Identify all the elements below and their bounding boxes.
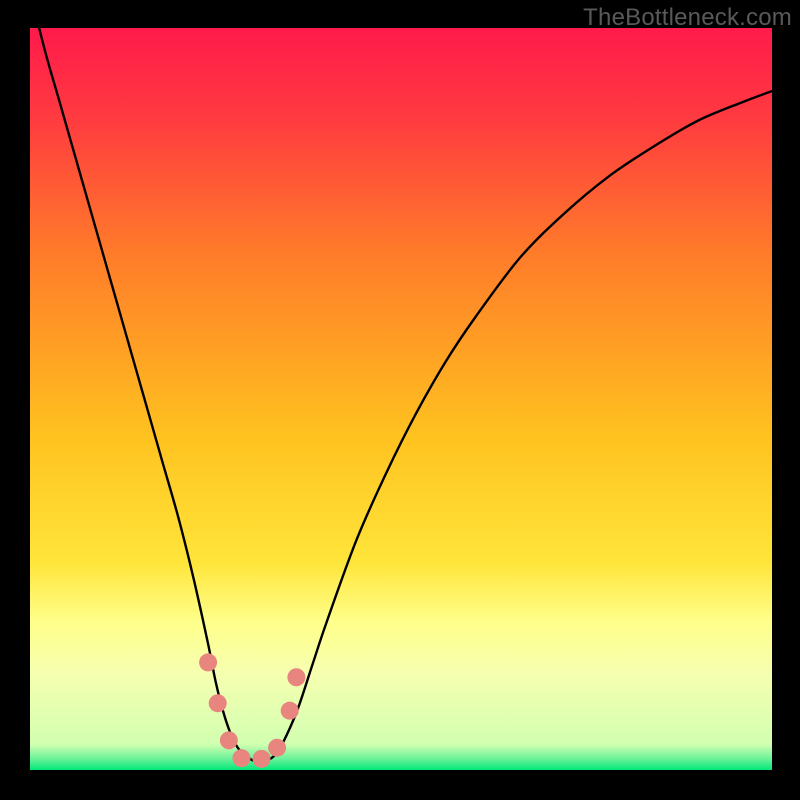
curve-marker	[287, 668, 305, 686]
curve-marker	[199, 653, 217, 671]
gradient-background	[30, 28, 772, 770]
curve-marker	[268, 739, 286, 757]
curve-marker	[253, 750, 271, 768]
curve-marker	[209, 694, 227, 712]
curve-marker	[281, 702, 299, 720]
chart-frame: TheBottleneck.com	[0, 0, 800, 800]
curve-marker	[232, 749, 250, 767]
curve-marker	[220, 731, 238, 749]
bottleneck-chart	[30, 28, 772, 770]
